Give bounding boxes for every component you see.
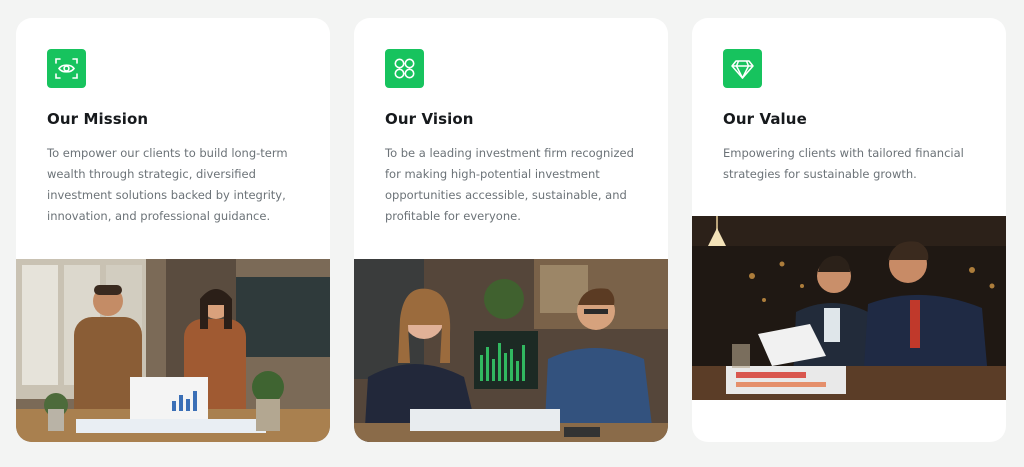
value-card: Our Value Empowering clients with tailor…	[692, 18, 1006, 442]
value-photo	[692, 216, 1006, 400]
mission-title: Our Mission	[47, 110, 149, 128]
vision-card: Our Vision To be a leading investment fi…	[354, 18, 668, 442]
vision-title: Our Vision	[385, 110, 474, 128]
values-cards-section: Our Mission To empower our clients to bu…	[16, 18, 1006, 442]
mission-photo	[16, 259, 330, 442]
vision-photo	[354, 259, 668, 442]
four-circles-icon	[385, 49, 424, 88]
value-title: Our Value	[723, 110, 807, 128]
mission-card: Our Mission To empower our clients to bu…	[16, 18, 330, 442]
mission-text: To empower our clients to build long-ter…	[47, 146, 288, 223]
diamond-icon	[723, 49, 762, 88]
vision-text: To be a leading investment firm recogniz…	[385, 146, 634, 223]
value-text: Empowering clients with tailored financi…	[723, 146, 964, 181]
eye-target-icon	[47, 49, 86, 88]
